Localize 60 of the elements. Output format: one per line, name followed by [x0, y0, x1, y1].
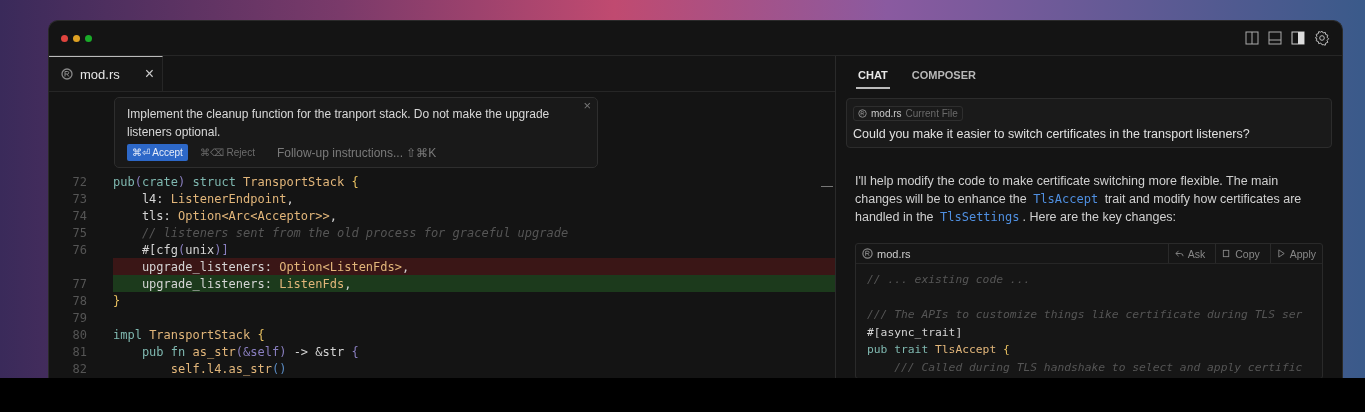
zoom-light[interactable]	[85, 34, 92, 42]
code-text: pub fn as_str(&self) -> &str {	[140, 344, 359, 359]
code-text: #[cfg(unix)]	[140, 242, 229, 257]
copy-icon	[1222, 249, 1232, 258]
message-text: Could you make it easier to switch certificates in the transport listeners?	[853, 127, 1251, 141]
file-type-icon	[858, 109, 867, 118]
code-text: // listeners sent from the old process for graceful upgrade	[140, 225, 569, 240]
line-number: 78	[71, 293, 87, 308]
code-text: }	[113, 293, 121, 308]
code-text: #[async_trait]	[867, 325, 963, 339]
close-icon[interactable]: ×	[583, 98, 591, 113]
close-light[interactable]	[61, 34, 68, 42]
code-text: pub trait TlsAccept {	[867, 343, 1010, 356]
code-text: upgrade_listeners: Option<ListenFds>,	[140, 259, 410, 274]
bottom-panel-icon[interactable]	[1268, 31, 1282, 45]
file-tab[interactable]: mod.rs ×	[49, 56, 163, 91]
minimize-light[interactable]	[73, 34, 80, 42]
close-icon[interactable]: ×	[144, 65, 154, 83]
line-number: 77	[71, 276, 87, 291]
scroll-marker	[821, 186, 833, 187]
line-number: 79	[71, 310, 87, 325]
line-number: 72	[71, 174, 87, 189]
code-text: upgrade_listeners: ListenFds,	[140, 276, 352, 291]
line-number: 81	[71, 344, 87, 359]
code-text: pub(crate) struct TransportStack {	[113, 174, 359, 189]
code-text: /// The APIs to customize things like certificate during TLS ser	[867, 308, 1303, 321]
copy-button[interactable]: Copy	[1215, 244, 1266, 263]
code-text: /// Called during TLS handshake to select and apply certific	[893, 360, 1303, 374]
accept-button[interactable]: ⌘⏎ Accept	[127, 144, 188, 161]
code-text: tls: Option<Arc<Acceptor>>,	[140, 208, 337, 223]
line-number: 75	[71, 225, 87, 240]
file-type-icon	[61, 68, 73, 80]
file-chip[interactable]: mod.rs Current File	[853, 106, 963, 121]
code-text: // ... existing code ...	[867, 273, 1031, 286]
chip-hint: Current File	[905, 108, 958, 119]
split-panel-icon[interactable]	[1245, 31, 1259, 45]
settings-icon[interactable]	[1314, 30, 1330, 46]
response-text: I'll help modify the code to make certificate switching more flexible. The main changes will be to enhance the TlsAccept trait and modify how certificates are handled in the TlsSettings . Here are the key changes:	[855, 173, 1303, 226]
tab-title: mod.rs	[80, 66, 120, 82]
ask-button[interactable]: Ask	[1167, 244, 1212, 263]
line-number: 80	[71, 327, 87, 342]
code-text: self.l4.as_str()	[169, 361, 287, 376]
code-text: l4: ListenerEndpoint,	[140, 191, 294, 206]
side-panel-icon[interactable]	[1291, 31, 1305, 45]
panel-tab[interactable]: CHAT	[856, 67, 890, 89]
line-number: 73	[71, 191, 87, 206]
followup-input-field[interactable]: Follow-up instructions... ⇧⌘K	[276, 145, 467, 160]
chip-filename: mod.rs	[871, 108, 902, 119]
prompt-text: Implement the cleanup function for the tranport stack. Do not make the upgrade listeners optional.	[127, 106, 551, 141]
line-number: 82	[71, 361, 87, 376]
panel-tab[interactable]: COMPOSER	[909, 67, 978, 89]
apply-button[interactable]: Apply	[1269, 244, 1322, 263]
file-type-icon	[862, 248, 873, 259]
code-block-filename: mod.rs	[877, 247, 912, 260]
line-number: 74	[71, 208, 87, 223]
reply-arrow-icon	[1174, 249, 1184, 258]
line-number: 76	[71, 242, 87, 257]
reject-button[interactable]: ⌘⌫ Reject	[199, 147, 255, 158]
code-text: impl TransportStack {	[113, 327, 265, 342]
play-icon	[1276, 249, 1286, 258]
